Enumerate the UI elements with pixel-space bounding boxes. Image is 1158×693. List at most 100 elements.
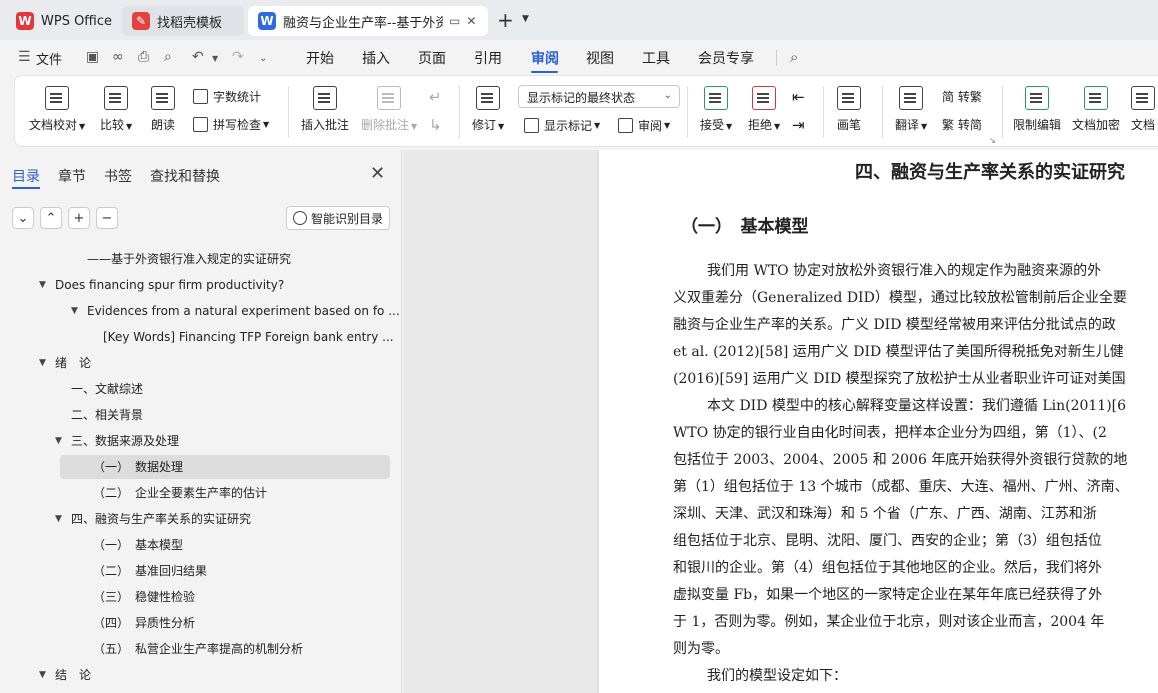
toc-item-selected[interactable]: （一） 数据处理 — [93, 456, 183, 478]
save-icon[interactable]: ▣ — [86, 49, 99, 65]
section-heading: 四、融资与生产率关系的实证研究 — [855, 162, 1125, 183]
nav-tab-find-replace[interactable]: 查找和替换 — [150, 166, 220, 186]
menu-reference[interactable]: 引用 — [474, 48, 502, 68]
body-line: 我们的模型设定如下： — [707, 668, 847, 684]
ribbon-divider — [882, 86, 883, 138]
menu-review[interactable]: 审阅 — [531, 48, 559, 68]
tab-template[interactable]: ✎ 找稻壳模板 — [122, 6, 244, 36]
delete-comment-button[interactable]: 删除批注 ▼ — [361, 86, 417, 133]
menu-file[interactable]: 文件 — [36, 49, 62, 68]
show-markup-button[interactable]: 显示标记 ▼ — [524, 117, 600, 134]
read-aloud-icon — [151, 86, 175, 110]
toc-item[interactable]: ▼ 结 论 — [39, 664, 91, 686]
to-simplified-button[interactable]: 繁 转简 — [942, 116, 982, 133]
hamburger-icon[interactable]: ☰ — [18, 49, 31, 65]
undo-more-icon[interactable]: ▼ — [212, 54, 218, 63]
accept-button[interactable]: 接受 ▼ — [700, 86, 732, 133]
monitor-icon[interactable]: ▭ — [449, 14, 460, 28]
toc-item[interactable]: ▼ Does financing spur firm productivity? — [39, 274, 285, 296]
tab-wps-office[interactable]: W WPS Office — [6, 6, 116, 36]
remove-heading-icon[interactable]: − — [96, 207, 118, 229]
pen-button[interactable]: 画笔 — [837, 86, 861, 133]
toc-item-label: Does financing spur firm productivity? — [55, 278, 285, 292]
close-tab-icon[interactable]: ✕ — [466, 14, 476, 28]
toc-item[interactable]: ▼ 四、融资与生产率关系的实证研究 — [55, 508, 251, 530]
spell-check-label: 拼写检查 — [213, 118, 262, 132]
active-menu-underline — [531, 71, 558, 73]
toc-item[interactable]: （一） 基本模型 — [93, 534, 183, 556]
next-change-icon[interactable]: ⇥ — [792, 116, 805, 134]
nav-tab-toc[interactable]: 目录 — [12, 166, 40, 186]
doc-more-button[interactable]: 文档 — [1131, 86, 1155, 133]
expand-triangle-icon[interactable]: ▼ — [55, 508, 62, 530]
expand-corner-icon[interactable]: ↘ — [989, 136, 996, 145]
word-count-label: 字数统计 — [213, 90, 262, 104]
menu-view[interactable]: 视图 — [586, 48, 614, 68]
toc-item[interactable]: [Key Words] Financing TFP Foreign bank e… — [103, 326, 394, 348]
toc-item[interactable]: （二） 基准回归结果 — [93, 560, 207, 582]
word-count-button[interactable]: 字数统计 — [193, 88, 261, 105]
doc-check-button[interactable]: 文档校对 ▼ — [29, 86, 85, 133]
link-icon[interactable]: ∞ — [112, 49, 124, 65]
tab-document[interactable]: W 融资与企业生产率--基于外资银 ▭ ✕ — [248, 6, 488, 36]
toc-item[interactable]: ——基于外资银行准入规定的实证研究 — [87, 248, 291, 270]
toc-item[interactable]: ▼ 三、数据来源及处理 — [55, 430, 179, 452]
reject-button[interactable]: 拒绝 ▼ — [748, 86, 780, 133]
menu-start[interactable]: 开始 — [306, 48, 334, 68]
smart-toc-button[interactable]: 智能识别目录 — [286, 206, 390, 230]
previous-change-icon[interactable]: ⇤ — [792, 88, 805, 106]
lock-doc-icon — [1025, 86, 1049, 110]
print-preview-icon[interactable]: ⌕ — [164, 49, 172, 65]
toc-item[interactable]: （五） 私营企业生产率提高的机制分析 — [93, 638, 303, 660]
expand-triangle-icon[interactable]: ▼ — [39, 274, 46, 296]
compare-button[interactable]: 比较 ▼ — [100, 86, 132, 133]
read-aloud-button[interactable]: 朗读 — [151, 86, 175, 133]
expand-triangle-icon[interactable]: ▼ — [55, 430, 62, 452]
menu-insert[interactable]: 插入 — [362, 48, 390, 68]
menu-page[interactable]: 页面 — [418, 48, 446, 68]
body-line: 和银川的企业。第（4）组包括位于其他地区的企业。然后，我们将外 — [673, 560, 1102, 576]
spell-check-button[interactable]: 拼写检查 ▼ — [193, 116, 269, 133]
expand-up-icon[interactable]: ⌃ — [40, 207, 62, 229]
review-pane-icon — [618, 118, 633, 133]
toc-item[interactable]: （二） 企业全要素生产率的估计 — [93, 482, 267, 504]
toc-item[interactable]: ▼ Evidences from a natural experiment bas… — [71, 300, 400, 322]
review-pane-button[interactable]: 审阅 ▼ — [618, 117, 670, 134]
toc-item[interactable]: 二、相关背景 — [71, 404, 143, 426]
print-icon[interactable]: ⎙ — [138, 49, 149, 65]
to-traditional-button[interactable]: 简 转繁 — [942, 88, 982, 105]
nav-tab-bookmarks[interactable]: 书签 — [104, 166, 132, 186]
new-tab-icon[interactable]: + — [497, 8, 514, 32]
document-canvas[interactable]: 四、融资与生产率关系的实证研究 （一） 基本模型 我们用 WTO 协定对放松外资… — [403, 150, 1158, 693]
body-line: 深圳、天津、武汉和珠海）和 5 个省（广东、广西、湖南、江苏和浙 — [673, 506, 1097, 522]
toc-item[interactable]: （三） 稳健性检验 — [93, 586, 195, 608]
menu-tools[interactable]: 工具 — [642, 48, 670, 68]
translate-button[interactable]: 翻译 ▼ — [895, 86, 927, 133]
more-chevron-icon[interactable]: ⌄ — [259, 53, 267, 64]
expand-triangle-icon[interactable]: ▼ — [39, 664, 46, 686]
menu-member[interactable]: 会员专享 — [698, 48, 754, 68]
document-page[interactable]: 四、融资与生产率关系的实证研究 （一） 基本模型 我们用 WTO 协定对放松外资… — [599, 150, 1158, 693]
add-heading-icon[interactable]: + — [68, 207, 90, 229]
nav-tab-sections[interactable]: 章节 — [58, 166, 86, 186]
markup-state-select[interactable]: 显示标记的最终状态 ⌄ — [518, 85, 680, 108]
previous-comment-icon[interactable]: ↵ — [429, 88, 442, 106]
expand-triangle-icon[interactable]: ▼ — [71, 300, 78, 322]
collapse-all-icon[interactable]: ⌄ — [12, 207, 34, 229]
chevron-down-icon[interactable]: ▼ — [522, 14, 529, 24]
undo-icon[interactable]: ↶ — [192, 49, 204, 65]
search-icon[interactable]: ⌕ — [790, 48, 798, 66]
close-icon[interactable]: ✕ — [370, 163, 385, 184]
toc-item[interactable]: ▼ 绪 论 — [39, 352, 91, 374]
next-comment-icon[interactable]: ↳ — [429, 116, 442, 134]
ribbon-divider — [687, 86, 688, 138]
insert-comment-button[interactable]: 插入批注 — [301, 86, 349, 133]
toc-item[interactable]: 一、文献综述 — [71, 378, 143, 400]
wps-logo-icon: W — [16, 12, 34, 30]
body-line: 融资与企业生产率的关系。广义 DID 模型经常被用来评估分批试点的政 — [673, 317, 1116, 333]
revise-button[interactable]: 修订 ▼ — [472, 86, 504, 133]
expand-triangle-icon[interactable]: ▼ — [39, 352, 46, 374]
encrypt-button[interactable]: 文档加密 — [1072, 86, 1120, 133]
toc-item[interactable]: （四） 异质性分析 — [93, 612, 195, 634]
restrict-edit-button[interactable]: 限制编辑 — [1013, 86, 1061, 133]
